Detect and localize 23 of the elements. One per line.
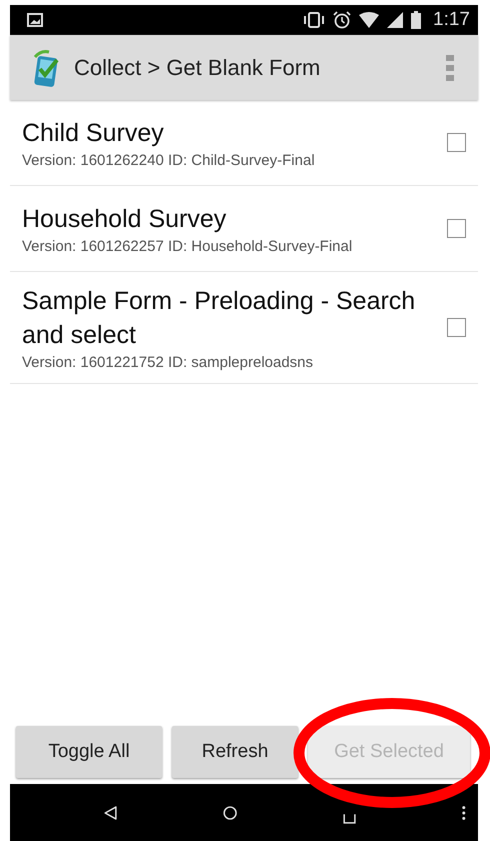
form-version-id: Version: 1601262257 ID: Household-Survey-Final xyxy=(22,238,354,255)
battery-icon xyxy=(411,11,422,29)
form-title: Sample Form - Preloading - Search and select xyxy=(22,286,416,351)
more-vertical-icon xyxy=(446,54,454,80)
app-bar-title: Collect > Get Blank Form xyxy=(74,54,320,80)
form-list-item[interactable]: Household Survey Version: 1601262257 ID: Household-Survey-Final xyxy=(10,186,478,272)
image-icon xyxy=(27,13,43,27)
form-title: Household Survey xyxy=(22,204,228,235)
checkbox[interactable] xyxy=(447,133,466,152)
checkbox[interactable] xyxy=(447,219,466,238)
form-version-id: Version: 1601262240 ID: Child-Survey-Final xyxy=(22,152,316,169)
clock-time: 1:17 xyxy=(433,9,470,31)
form-list-item[interactable]: Sample Form - Preloading - Search and select Version: 1601221752 ID: samplepreloadsns xyxy=(10,272,478,384)
alarm-clock-icon xyxy=(333,11,352,29)
form-title: Child Survey xyxy=(22,118,165,149)
action-button[interactable]: Toggle All xyxy=(16,726,162,778)
checkbox[interactable] xyxy=(447,318,466,337)
vibrate-icon xyxy=(303,12,326,28)
signal-icon xyxy=(387,12,404,28)
action-button[interactable]: Refresh xyxy=(172,726,298,778)
form-version-id: Version: 1601221752 ID: samplepreloadsns xyxy=(22,354,314,371)
form-list-item[interactable]: Child Survey Version: 1601262240 ID: Child-Survey-Final xyxy=(10,100,478,186)
wifi-icon xyxy=(359,12,380,28)
